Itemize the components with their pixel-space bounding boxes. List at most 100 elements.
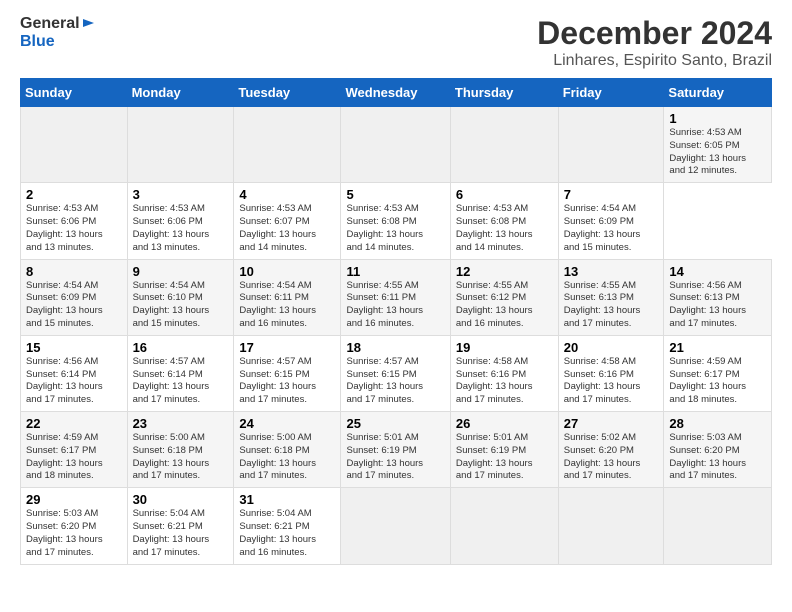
logo-blue-text: Blue (20, 33, 55, 51)
day-number: 9 (133, 264, 229, 279)
day-number: 3 (133, 187, 229, 202)
day-info: Sunrise: 5:03 AM Sunset: 6:20 PM Dayligh… (26, 508, 122, 559)
day-info: Sunrise: 4:55 AM Sunset: 6:11 PM Dayligh… (346, 280, 444, 331)
day-number: 8 (26, 264, 122, 279)
col-friday: Friday (558, 79, 664, 107)
table-cell (21, 107, 128, 183)
day-info: Sunrise: 4:54 AM Sunset: 6:10 PM Dayligh… (133, 280, 229, 331)
day-info: Sunrise: 4:58 AM Sunset: 6:16 PM Dayligh… (564, 356, 659, 407)
table-cell (127, 107, 234, 183)
table-cell (450, 488, 558, 564)
logo-bird-icon (81, 17, 95, 29)
calendar-week-5: 22Sunrise: 4:59 AM Sunset: 6:17 PM Dayli… (21, 412, 772, 488)
col-tuesday: Tuesday (234, 79, 341, 107)
calendar-header-row: Sunday Monday Tuesday Wednesday Thursday… (21, 79, 772, 107)
day-number: 4 (239, 187, 335, 202)
table-cell: 13Sunrise: 4:55 AM Sunset: 6:13 PM Dayli… (558, 259, 664, 335)
day-info: Sunrise: 5:00 AM Sunset: 6:18 PM Dayligh… (239, 432, 335, 483)
table-cell: 4Sunrise: 4:53 AM Sunset: 6:07 PM Daylig… (234, 183, 341, 259)
table-cell: 28Sunrise: 5:03 AM Sunset: 6:20 PM Dayli… (664, 412, 772, 488)
day-info: Sunrise: 4:59 AM Sunset: 6:17 PM Dayligh… (26, 432, 122, 483)
col-sunday: Sunday (21, 79, 128, 107)
day-info: Sunrise: 4:53 AM Sunset: 6:07 PM Dayligh… (239, 203, 335, 254)
day-number: 24 (239, 416, 335, 431)
table-cell: 14Sunrise: 4:56 AM Sunset: 6:13 PM Dayli… (664, 259, 772, 335)
calendar-week-1: 1Sunrise: 4:53 AM Sunset: 6:05 PM Daylig… (21, 107, 772, 183)
table-cell: 1Sunrise: 4:53 AM Sunset: 6:05 PM Daylig… (664, 107, 772, 183)
col-thursday: Thursday (450, 79, 558, 107)
day-info: Sunrise: 4:57 AM Sunset: 6:15 PM Dayligh… (346, 356, 444, 407)
table-cell: 12Sunrise: 4:55 AM Sunset: 6:12 PM Dayli… (450, 259, 558, 335)
table-cell: 3Sunrise: 4:53 AM Sunset: 6:06 PM Daylig… (127, 183, 234, 259)
main-title: December 2024 (537, 15, 772, 52)
day-info: Sunrise: 5:01 AM Sunset: 6:19 PM Dayligh… (346, 432, 444, 483)
day-number: 27 (564, 416, 659, 431)
table-cell: 24Sunrise: 5:00 AM Sunset: 6:18 PM Dayli… (234, 412, 341, 488)
day-info: Sunrise: 4:53 AM Sunset: 6:05 PM Dayligh… (669, 127, 766, 178)
table-cell: 15Sunrise: 4:56 AM Sunset: 6:14 PM Dayli… (21, 335, 128, 411)
day-number: 28 (669, 416, 766, 431)
logo: General Blue (20, 15, 95, 50)
day-info: Sunrise: 4:54 AM Sunset: 6:09 PM Dayligh… (564, 203, 659, 254)
day-number: 31 (239, 492, 335, 507)
table-cell: 8Sunrise: 4:54 AM Sunset: 6:09 PM Daylig… (21, 259, 128, 335)
calendar-week-3: 8Sunrise: 4:54 AM Sunset: 6:09 PM Daylig… (21, 259, 772, 335)
col-wednesday: Wednesday (341, 79, 450, 107)
table-cell: 20Sunrise: 4:58 AM Sunset: 6:16 PM Dayli… (558, 335, 664, 411)
table-cell: 31Sunrise: 5:04 AM Sunset: 6:21 PM Dayli… (234, 488, 341, 564)
table-cell: 7Sunrise: 4:54 AM Sunset: 6:09 PM Daylig… (558, 183, 664, 259)
title-section: December 2024 Linhares, Espirito Santo, … (537, 15, 772, 70)
table-cell: 21Sunrise: 4:59 AM Sunset: 6:17 PM Dayli… (664, 335, 772, 411)
header: General Blue December 2024 Linhares, Esp… (20, 15, 772, 70)
table-cell: 22Sunrise: 4:59 AM Sunset: 6:17 PM Dayli… (21, 412, 128, 488)
table-cell: 2Sunrise: 4:53 AM Sunset: 6:06 PM Daylig… (21, 183, 128, 259)
col-saturday: Saturday (664, 79, 772, 107)
day-number: 19 (456, 340, 553, 355)
day-number: 16 (133, 340, 229, 355)
day-number: 13 (564, 264, 659, 279)
table-cell (234, 107, 341, 183)
table-cell (664, 488, 772, 564)
day-number: 29 (26, 492, 122, 507)
day-info: Sunrise: 4:55 AM Sunset: 6:12 PM Dayligh… (456, 280, 553, 331)
day-number: 7 (564, 187, 659, 202)
day-number: 18 (346, 340, 444, 355)
day-number: 22 (26, 416, 122, 431)
table-cell (450, 107, 558, 183)
table-cell: 25Sunrise: 5:01 AM Sunset: 6:19 PM Dayli… (341, 412, 450, 488)
day-number: 17 (239, 340, 335, 355)
day-number: 23 (133, 416, 229, 431)
day-info: Sunrise: 4:57 AM Sunset: 6:15 PM Dayligh… (239, 356, 335, 407)
day-info: Sunrise: 5:04 AM Sunset: 6:21 PM Dayligh… (133, 508, 229, 559)
day-info: Sunrise: 5:02 AM Sunset: 6:20 PM Dayligh… (564, 432, 659, 483)
day-number: 12 (456, 264, 553, 279)
day-number: 5 (346, 187, 444, 202)
day-number: 11 (346, 264, 444, 279)
day-number: 25 (346, 416, 444, 431)
day-info: Sunrise: 4:55 AM Sunset: 6:13 PM Dayligh… (564, 280, 659, 331)
calendar-week-6: 29Sunrise: 5:03 AM Sunset: 6:20 PM Dayli… (21, 488, 772, 564)
day-info: Sunrise: 4:53 AM Sunset: 6:06 PM Dayligh… (26, 203, 122, 254)
day-number: 30 (133, 492, 229, 507)
day-number: 26 (456, 416, 553, 431)
table-cell: 16Sunrise: 4:57 AM Sunset: 6:14 PM Dayli… (127, 335, 234, 411)
day-info: Sunrise: 5:01 AM Sunset: 6:19 PM Dayligh… (456, 432, 553, 483)
page: General Blue December 2024 Linhares, Esp… (0, 0, 792, 612)
table-cell: 9Sunrise: 4:54 AM Sunset: 6:10 PM Daylig… (127, 259, 234, 335)
table-cell: 11Sunrise: 4:55 AM Sunset: 6:11 PM Dayli… (341, 259, 450, 335)
day-info: Sunrise: 4:59 AM Sunset: 6:17 PM Dayligh… (669, 356, 766, 407)
day-info: Sunrise: 4:56 AM Sunset: 6:13 PM Dayligh… (669, 280, 766, 331)
table-cell: 29Sunrise: 5:03 AM Sunset: 6:20 PM Dayli… (21, 488, 128, 564)
table-cell: 17Sunrise: 4:57 AM Sunset: 6:15 PM Dayli… (234, 335, 341, 411)
calendar-week-4: 15Sunrise: 4:56 AM Sunset: 6:14 PM Dayli… (21, 335, 772, 411)
table-cell: 30Sunrise: 5:04 AM Sunset: 6:21 PM Dayli… (127, 488, 234, 564)
day-number: 15 (26, 340, 122, 355)
day-info: Sunrise: 5:03 AM Sunset: 6:20 PM Dayligh… (669, 432, 766, 483)
table-cell (558, 107, 664, 183)
table-cell: 23Sunrise: 5:00 AM Sunset: 6:18 PM Dayli… (127, 412, 234, 488)
day-info: Sunrise: 4:57 AM Sunset: 6:14 PM Dayligh… (133, 356, 229, 407)
calendar-week-2: 2Sunrise: 4:53 AM Sunset: 6:06 PM Daylig… (21, 183, 772, 259)
day-info: Sunrise: 4:54 AM Sunset: 6:09 PM Dayligh… (26, 280, 122, 331)
day-number: 10 (239, 264, 335, 279)
day-info: Sunrise: 5:00 AM Sunset: 6:18 PM Dayligh… (133, 432, 229, 483)
